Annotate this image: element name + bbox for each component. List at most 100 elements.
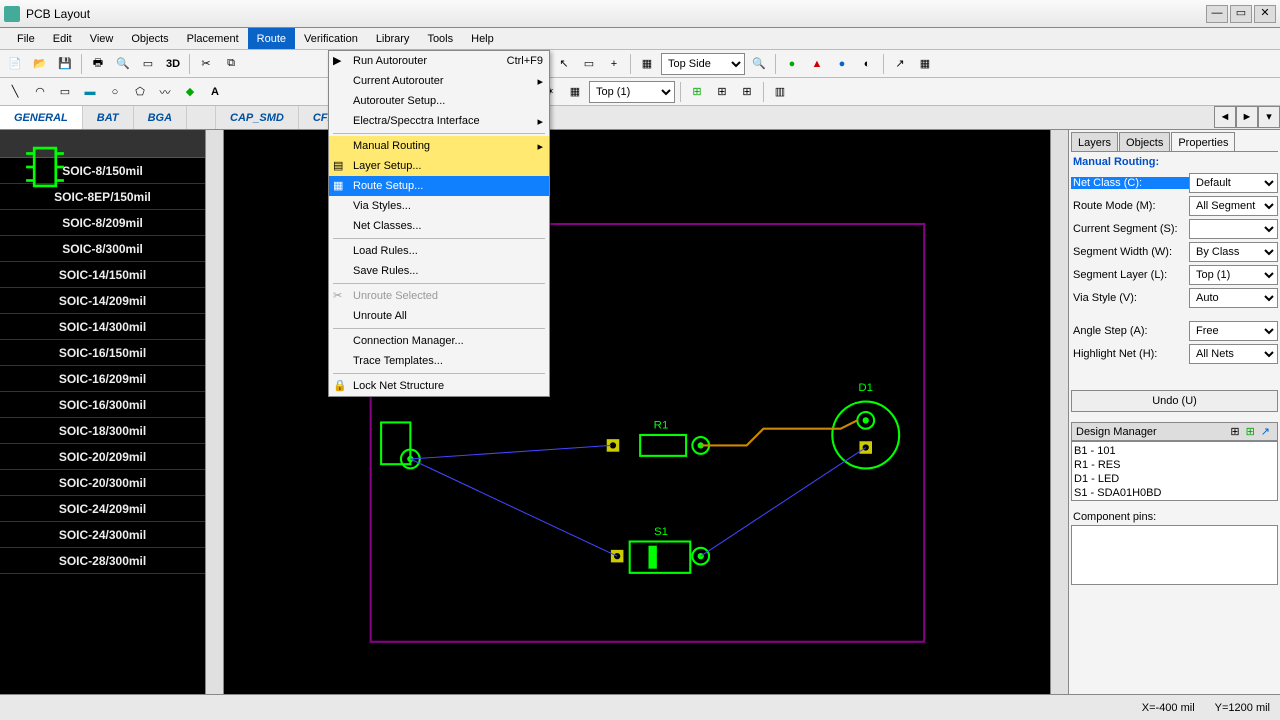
align2-icon[interactable]: ⊞ <box>711 81 733 103</box>
component-item[interactable]: SOIC-18/300mil <box>0 418 205 444</box>
menu-placement[interactable]: Placement <box>178 28 248 49</box>
proptab-layers[interactable]: Layers <box>1071 132 1118 151</box>
diamond-icon[interactable]: ◆ <box>179 81 201 103</box>
proptab-objects[interactable]: Objects <box>1119 132 1170 151</box>
dot2-icon[interactable]: ▲ <box>806 53 828 75</box>
tab-general[interactable]: GENERAL <box>0 106 83 129</box>
measure-icon[interactable]: ↗ <box>889 53 911 75</box>
align3-icon[interactable]: ⊞ <box>736 81 758 103</box>
tab-prev-button[interactable]: ◄ <box>1214 106 1236 128</box>
ruler-icon[interactable]: ▭ <box>578 53 600 75</box>
menu-help[interactable]: Help <box>462 28 503 49</box>
proptab-properties[interactable]: Properties <box>1171 132 1235 151</box>
menuitem-via-styles-[interactable]: Via Styles... <box>329 196 549 216</box>
menuitem-run-autorouter[interactable]: ▶Run AutorouterCtrl+F9 <box>329 51 549 71</box>
prop-combo[interactable]: By Class <box>1189 242 1278 262</box>
cut-icon[interactable]: ✂ <box>195 53 217 75</box>
menuitem-electra-specctra-interface[interactable]: Electra/Specctra Interface▸ <box>329 111 549 131</box>
menuitem-route-setup-[interactable]: ▦Route Setup... <box>329 176 549 196</box>
menu-verification[interactable]: Verification <box>295 28 367 49</box>
copy-icon[interactable]: ⧉ <box>220 53 242 75</box>
menuitem-layer-setup-[interactable]: ▤Layer Setup... <box>329 156 549 176</box>
dm-icon3[interactable]: ↗ <box>1261 425 1270 438</box>
component-item[interactable]: SOIC-16/150mil <box>0 340 205 366</box>
menuitem-manual-routing[interactable]: Manual Routing▸ <box>329 136 549 156</box>
menu-library[interactable]: Library <box>367 28 419 49</box>
fillrect-icon[interactable]: ▬ <box>79 81 101 103</box>
poly-icon[interactable]: ⬠ <box>129 81 151 103</box>
panel-icon[interactable]: ▥ <box>769 81 791 103</box>
component-item[interactable]: SOIC-16/300mil <box>0 392 205 418</box>
close-button[interactable]: ✕ <box>1254 5 1276 23</box>
menu-tools[interactable]: Tools <box>418 28 462 49</box>
component-item[interactable]: SOIC-8/209mil <box>0 210 205 236</box>
menu-file[interactable]: File <box>8 28 44 49</box>
component-item[interactable]: SOIC-20/209mil <box>0 444 205 470</box>
component-pins-list[interactable] <box>1071 525 1278 585</box>
grid-icon[interactable]: ▦ <box>636 53 658 75</box>
titleblock-icon[interactable]: ▭ <box>137 53 159 75</box>
component-item[interactable]: SOIC-20/300mil <box>0 470 205 496</box>
routing-layer-combo[interactable]: Top (1) <box>589 81 675 103</box>
canvas-vscrollbar[interactable] <box>1050 130 1068 694</box>
component-item[interactable]: SOIC-24/209mil <box>0 496 205 522</box>
menuitem-save-rules-[interactable]: Save Rules... <box>329 261 549 281</box>
menu-route[interactable]: Route <box>248 28 295 49</box>
ellipse-icon[interactable]: ○ <box>104 81 126 103</box>
tab-cap_smd[interactable]: CAP_SMD <box>216 106 299 129</box>
menuitem-autorouter-setup-[interactable]: Autorouter Setup... <box>329 91 549 111</box>
component-item[interactable]: SOIC-28/300mil <box>0 548 205 574</box>
menuitem-unroute-all[interactable]: Unroute All <box>329 306 549 326</box>
open-icon[interactable]: 📂 <box>29 53 51 75</box>
prop-combo[interactable]: Auto <box>1189 288 1278 308</box>
dm-item[interactable]: B1 - 101 <box>1074 444 1275 458</box>
menuitem-trace-templates-[interactable]: Trace Templates... <box>329 351 549 371</box>
component-item[interactable]: SOIC-14/150mil <box>0 262 205 288</box>
menuitem-lock-net-structure[interactable]: 🔒Lock Net Structure <box>329 376 549 396</box>
align1-icon[interactable]: ⊞ <box>686 81 708 103</box>
component-item[interactable]: SOIC-8/300mil <box>0 236 205 262</box>
wave-icon[interactable]: 〰 <box>154 81 176 103</box>
menu-edit[interactable]: Edit <box>44 28 81 49</box>
preview-icon[interactable]: 🔍 <box>112 53 134 75</box>
component-item[interactable]: SOIC-16/209mil <box>0 366 205 392</box>
prop-combo[interactable]: Free <box>1189 321 1278 341</box>
arc-icon[interactable]: ◠ <box>29 81 51 103</box>
3d-icon[interactable]: 3D <box>162 53 184 75</box>
component-item[interactable]: SOIC-14/300mil <box>0 314 205 340</box>
dm-item[interactable]: D1 - LED <box>1074 472 1275 486</box>
dot1-icon[interactable]: ● <box>781 53 803 75</box>
print-icon[interactable]: 🖶 <box>87 53 109 75</box>
dm-item[interactable]: S1 - SDA01H0BD <box>1074 486 1275 500</box>
text-icon[interactable]: A <box>204 81 226 103</box>
new-icon[interactable]: 📄 <box>4 53 26 75</box>
maximize-button[interactable]: ▭ <box>1230 5 1252 23</box>
tab-bat[interactable]: BAT <box>83 106 134 129</box>
component-item[interactable]: SOIC-14/209mil <box>0 288 205 314</box>
dot3-icon[interactable]: ● <box>831 53 853 75</box>
origin-icon[interactable]: + <box>603 53 625 75</box>
route-menu[interactable]: ▶Run AutorouterCtrl+F9Current Autorouter… <box>328 50 550 397</box>
rect-icon[interactable]: ▭ <box>54 81 76 103</box>
component-item[interactable]: SOIC-24/300mil <box>0 522 205 548</box>
tab-bga[interactable]: BGA <box>134 106 187 129</box>
prop-combo[interactable]: All Nets <box>1189 344 1278 364</box>
menuitem-net-classes-[interactable]: Net Classes... <box>329 216 549 236</box>
component-scrollbar[interactable] <box>205 130 223 694</box>
menuitem-load-rules-[interactable]: Load Rules... <box>329 241 549 261</box>
prop-combo[interactable]: Default <box>1189 173 1278 193</box>
menu-objects[interactable]: Objects <box>122 28 177 49</box>
menuitem-connection-manager-[interactable]: Connection Manager... <box>329 331 549 351</box>
undo-button[interactable]: Undo (U) <box>1071 390 1278 412</box>
dm-item[interactable]: R1 - RES <box>1074 458 1275 472</box>
tab-drop-button[interactable]: ▾ <box>1258 106 1280 128</box>
search-icon[interactable]: 🔍 <box>748 53 770 75</box>
line-icon[interactable]: ╲ <box>4 81 26 103</box>
minimize-button[interactable]: — <box>1206 5 1228 23</box>
menu-view[interactable]: View <box>81 28 123 49</box>
menuitem-current-autorouter[interactable]: Current Autorouter▸ <box>329 71 549 91</box>
prop-combo[interactable] <box>1189 219 1278 239</box>
contrast-icon[interactable]: ◐ <box>856 53 878 75</box>
prop-combo[interactable]: All Segment <box>1189 196 1278 216</box>
net-icon[interactable]: ▦ <box>564 81 586 103</box>
